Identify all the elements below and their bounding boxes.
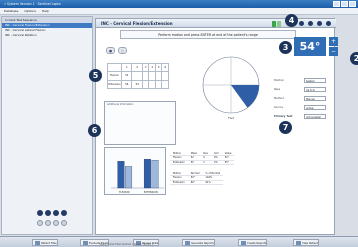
grid-cell[interactable]: 56 [120, 79, 133, 90]
measurement-grid: 1 2 3 4 5 6 Flexion 52 Extension 56 54 [107, 62, 169, 90]
button-label: Create Reports [247, 241, 267, 245]
setting-value[interactable]: Inclinometer [304, 114, 326, 119]
help-icon[interactable] [299, 21, 304, 26]
callout-6: 6 [88, 124, 101, 137]
menu-help[interactable]: Help [42, 8, 49, 14]
instruction-text: Perform motion and press ENTER at end of… [120, 30, 296, 39]
setting-label: Primary Test [274, 115, 293, 118]
generate-reports-button[interactable]: Generate Reports [182, 238, 215, 246]
button-label: Generate Reports [191, 241, 214, 245]
callout-7: 7 [279, 121, 292, 134]
chart-bar [125, 166, 133, 189]
normal-table: Motion Normal % of Normal Flexion 50° 10… [170, 171, 224, 185]
notes-label: Additional Information [107, 103, 134, 106]
view-patient-button[interactable]: View Patient [293, 238, 320, 246]
range-dial: Fwd [202, 56, 260, 120]
person-icon [295, 241, 301, 245]
results-cell: 2% [211, 160, 222, 165]
info-icon[interactable] [317, 21, 322, 26]
grid-cell[interactable] [161, 79, 169, 90]
button-label: Patient Files [41, 241, 57, 245]
results-cell: 1 [200, 160, 211, 165]
close-test-icon[interactable] [326, 21, 331, 26]
setting-label: Source [274, 106, 283, 109]
setting-label: Position [274, 79, 285, 82]
chart-bar [151, 160, 159, 189]
callout-5: 5 [89, 69, 102, 82]
test-sequence-panel: Current Test Sequence INC - Cervical Fle… [1, 16, 93, 235]
chart-category-label: EXTENSION [144, 191, 158, 194]
nav-back-button[interactable] [37, 210, 43, 216]
record-button[interactable]: ● [106, 47, 115, 54]
nav-prev-button[interactable] [45, 210, 51, 216]
folder-icon [34, 241, 40, 245]
clipboard-icon [82, 241, 88, 245]
results-cell: 55° [221, 160, 235, 165]
results-cell: 55 [187, 160, 201, 165]
status-text: Ready Current Test: Sentinel • Patient: … [100, 243, 154, 246]
patient-files-button[interactable]: Patient Files [32, 238, 58, 246]
setting-value[interactable]: Active [304, 105, 326, 110]
normal-cell: Extension [170, 180, 188, 185]
tool-button-2[interactable] [45, 220, 51, 226]
grid-col-header: 2 [131, 62, 143, 73]
nav-next-button[interactable] [53, 210, 59, 216]
results-table: Motion Mean Dev CoV Value Flexion 52 0 0… [170, 151, 235, 165]
button-label: View Patient [302, 241, 319, 245]
sequence-item-rotation[interactable]: INC - Cervical Rotation [2, 33, 92, 38]
callout-3: 3 [279, 41, 292, 54]
setting-value[interactable]: Seated [304, 78, 326, 83]
chart-category-label: FLEXION [119, 191, 129, 194]
grid-cell[interactable] [161, 71, 169, 81]
setting-value[interactable]: Manual [304, 96, 326, 101]
window-controls [333, 1, 356, 7]
menu-database[interactable]: Database [4, 8, 18, 14]
document-icon [240, 241, 246, 245]
angle-readout: 54° [294, 37, 326, 56]
chart-bar [117, 161, 125, 189]
dial-label: Fwd [228, 116, 234, 120]
setting-label: Reps [274, 88, 281, 91]
normal-cell: 60° [187, 180, 203, 185]
tool-button-3[interactable] [53, 220, 59, 226]
tool-button-1[interactable] [37, 220, 43, 226]
close-button[interactable] [349, 1, 356, 7]
maximize-button[interactable] [341, 1, 348, 7]
grid-cell[interactable]: 52 [120, 71, 133, 81]
nav-forward-button[interactable] [61, 210, 67, 216]
minimize-button[interactable] [333, 1, 340, 7]
grid-row-label: Flexion [107, 71, 122, 81]
status-indicator [272, 20, 276, 27]
menu-bar: Database Options Help [0, 8, 358, 15]
report-icon [184, 241, 190, 245]
tool-button-4[interactable] [61, 220, 67, 226]
grid-row-label: Extension [107, 79, 122, 90]
chart-bar [143, 159, 151, 189]
menu-options[interactable]: Options [24, 8, 36, 14]
grid-cell[interactable] [131, 71, 143, 81]
settings-icon[interactable] [308, 21, 313, 26]
status-indicator-2 [277, 20, 281, 27]
increase-button[interactable]: + [329, 37, 338, 46]
grid-col-header: 6 [161, 62, 169, 73]
window-titlebar: » System Version 1 · Sentinel Lapto [0, 0, 358, 8]
bottom-toolbar: Patient Files Evaluate Exam Review Data … [0, 236, 358, 247]
setting-value[interactable]: Up to 6 [304, 87, 326, 92]
notes-box[interactable]: Additional Information [104, 101, 176, 145]
results-cell: Extension [170, 160, 188, 165]
callout-2: 2 [350, 52, 358, 65]
create-reports-button[interactable]: Create Reports [238, 238, 268, 246]
chart-panel: FLEXION EXTENSION [104, 147, 166, 195]
grid-cell[interactable]: 54 [131, 79, 143, 90]
callout-4: 4 [285, 14, 298, 27]
grid-col-header: 1 [120, 62, 133, 73]
normal-cell: 91% [202, 180, 224, 185]
bar-chart: FLEXION EXTENSION [111, 159, 164, 194]
window-title: » System Version 1 · Sentinel Lapto [4, 2, 61, 6]
setting-label: Method [274, 97, 284, 100]
zero-button[interactable]: ○ [118, 47, 127, 54]
decrease-button[interactable]: − [329, 47, 338, 56]
